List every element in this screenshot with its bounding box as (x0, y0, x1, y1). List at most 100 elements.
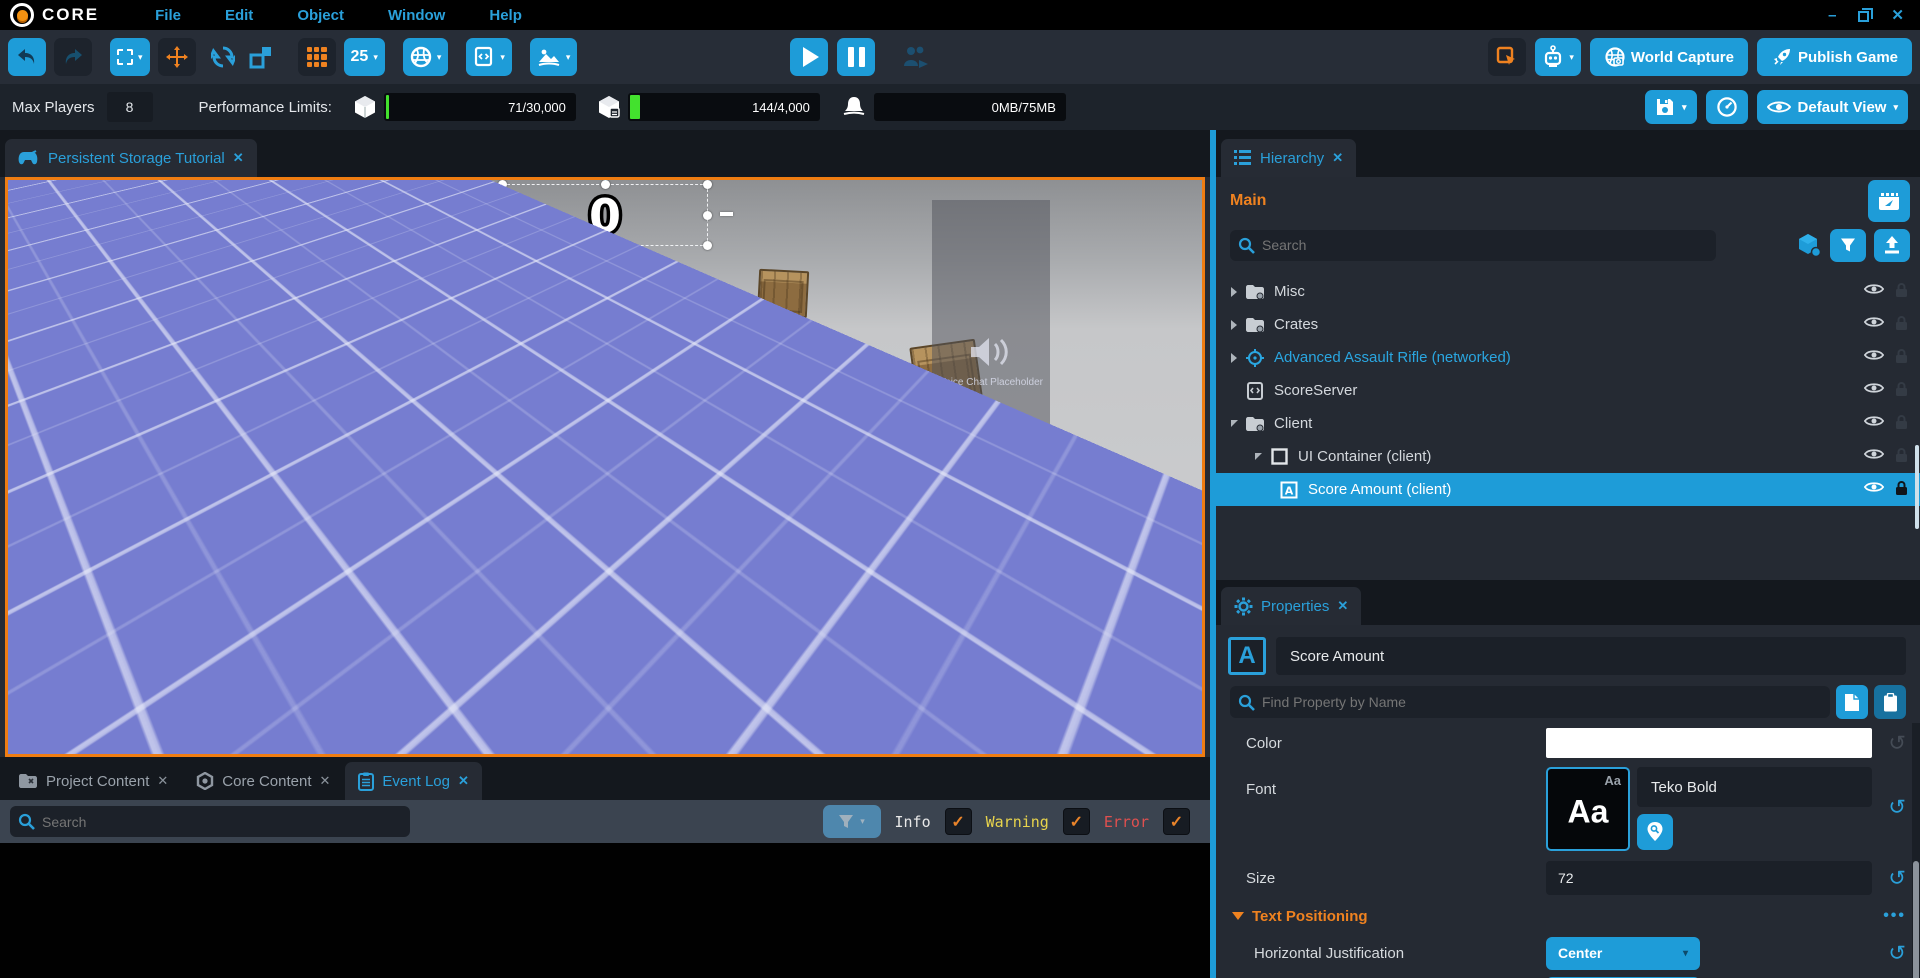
menu-object[interactable]: Object (297, 7, 344, 24)
event-log-search-input[interactable] (10, 806, 410, 837)
info-checkbox[interactable]: ✓ (945, 808, 972, 835)
crate[interactable] (757, 269, 809, 319)
publish-game-button[interactable]: Publish Game (1757, 38, 1912, 76)
crate[interactable] (554, 278, 613, 334)
rotate-tool-button[interactable] (204, 38, 242, 76)
paste-properties-button[interactable] (1874, 685, 1906, 719)
lock-icon[interactable] (1895, 315, 1908, 331)
properties-scrollbar-thumb[interactable] (1913, 861, 1919, 978)
close-icon[interactable]: ✕ (1337, 598, 1348, 614)
reset-size-icon[interactable]: ↺ (1888, 868, 1906, 889)
visibility-eye-icon[interactable] (1864, 480, 1884, 494)
tree-item-crates[interactable]: Crates (1216, 308, 1920, 341)
tree-item-advanced-assault-rifle[interactable]: Advanced Assault Rifle (networked) (1216, 341, 1920, 374)
visibility-eye-icon[interactable] (1864, 348, 1884, 362)
selection-handle[interactable] (703, 241, 712, 250)
collapse-caret[interactable] (1250, 453, 1266, 460)
visibility-eye-icon[interactable] (1864, 282, 1884, 296)
close-icon[interactable]: ✕ (1332, 150, 1343, 166)
crate[interactable] (679, 369, 749, 434)
lock-icon[interactable] (1895, 282, 1908, 298)
reset-font-icon[interactable]: ↺ (1888, 797, 1906, 818)
close-icon[interactable]: ✕ (1891, 8, 1904, 23)
play-button[interactable] (790, 38, 828, 76)
lock-icon[interactable] (1895, 348, 1908, 364)
tab-project-content[interactable]: Project Content ✕ (5, 762, 181, 800)
world-capture-button[interactable]: World Capture (1590, 38, 1748, 76)
size-field[interactable] (1546, 861, 1872, 895)
font-name-field[interactable] (1637, 767, 1872, 807)
menu-edit[interactable]: Edit (225, 7, 253, 24)
expand-caret[interactable] (1226, 287, 1242, 297)
dynamic-objects-icon[interactable] (1796, 232, 1822, 258)
find-font-asset-button[interactable] (1637, 814, 1673, 850)
hierarchy-search-input[interactable] (1230, 230, 1716, 261)
tree-item-score-amount[interactable]: A Score Amount (client) (1216, 473, 1920, 506)
visibility-eye-icon[interactable] (1864, 447, 1884, 461)
crate[interactable] (385, 339, 453, 405)
script-dropdown[interactable]: ▾ (466, 38, 512, 76)
selection-handle[interactable] (703, 211, 712, 220)
minimize-icon[interactable]: – (1828, 8, 1836, 23)
selection-handle[interactable] (601, 180, 610, 189)
restore-icon[interactable] (1858, 11, 1869, 22)
lock-icon[interactable] (1895, 414, 1908, 430)
visibility-eye-icon[interactable] (1864, 315, 1884, 329)
section-collapse-caret[interactable] (1232, 912, 1244, 920)
visibility-eye-icon[interactable] (1864, 381, 1884, 395)
selection-handle[interactable] (498, 180, 507, 189)
hierarchy-filter-button[interactable] (1830, 229, 1866, 262)
viewport[interactable]: Chat Placeholder Voice Chat Placeholder … (5, 177, 1205, 757)
menu-file[interactable]: File (155, 7, 181, 24)
selection-rect[interactable]: 0 (502, 184, 708, 246)
property-search-input[interactable] (1230, 686, 1830, 718)
menu-help[interactable]: Help (489, 7, 522, 24)
lock-icon[interactable] (1895, 480, 1908, 496)
object-name-field[interactable] (1276, 637, 1906, 675)
horizontal-justification-dropdown[interactable]: Center ▾ (1546, 937, 1700, 970)
reset-color-icon[interactable]: ↺ (1888, 733, 1906, 754)
collapse-caret[interactable] (1226, 420, 1242, 427)
scale-tool-button[interactable] (242, 38, 280, 76)
selection-handle[interactable] (601, 241, 610, 250)
grid-snap-toggle[interactable] (298, 38, 336, 76)
hierarchy-export-button[interactable] (1874, 229, 1910, 262)
max-players-input[interactable] (107, 92, 153, 122)
tree-item-client[interactable]: Client (1216, 407, 1920, 440)
default-view-dropdown[interactable]: Default View ▾ (1757, 90, 1908, 124)
bot-mode-dropdown[interactable]: ▾ (1535, 38, 1581, 76)
warning-checkbox[interactable]: ✓ (1063, 808, 1090, 835)
close-icon[interactable]: ✕ (233, 150, 244, 166)
expand-caret[interactable] (1226, 320, 1242, 330)
properties-scrollbar[interactable] (1912, 723, 1920, 978)
menu-window[interactable]: Window (388, 7, 445, 24)
multiplayer-preview-icon[interactable] (901, 44, 931, 70)
close-icon[interactable]: ✕ (458, 773, 469, 789)
close-icon[interactable]: ✕ (157, 773, 168, 789)
cinematic-capture-button[interactable] (1868, 180, 1910, 222)
undo-button[interactable] (8, 38, 46, 76)
selection-handle[interactable] (498, 241, 507, 250)
tab-hierarchy[interactable]: Hierarchy ✕ (1221, 139, 1356, 177)
color-swatch[interactable] (1546, 728, 1872, 758)
tab-event-log[interactable]: Event Log ✕ (345, 762, 481, 800)
snap-size-dropdown[interactable]: 25 ▾ (344, 38, 385, 76)
pause-button[interactable] (837, 38, 875, 76)
log-filter-dropdown[interactable]: ▾ (823, 805, 881, 838)
selection-handle[interactable] (498, 211, 507, 220)
tree-item-scoreserver[interactable]: ScoreServer (1216, 374, 1920, 407)
move-tool-button[interactable] (158, 38, 196, 76)
event-log-output[interactable] (0, 843, 1210, 978)
close-icon[interactable]: ✕ (320, 773, 331, 789)
hierarchy-scrollbar[interactable] (1915, 445, 1919, 529)
performance-monitor-button[interactable] (1706, 90, 1748, 124)
lock-icon[interactable] (1895, 381, 1908, 397)
terrain-dropdown[interactable]: ▾ (530, 38, 578, 76)
selection-handle[interactable] (703, 180, 712, 189)
cursor-mode-button[interactable] (1488, 38, 1526, 76)
copy-properties-button[interactable] (1836, 685, 1868, 719)
section-options-icon[interactable]: ••• (1883, 907, 1906, 925)
error-checkbox[interactable]: ✓ (1163, 808, 1190, 835)
font-preview-swatch[interactable]: Aa Aa (1546, 767, 1630, 851)
tree-item-ui-container[interactable]: UI Container (client) (1216, 440, 1920, 473)
